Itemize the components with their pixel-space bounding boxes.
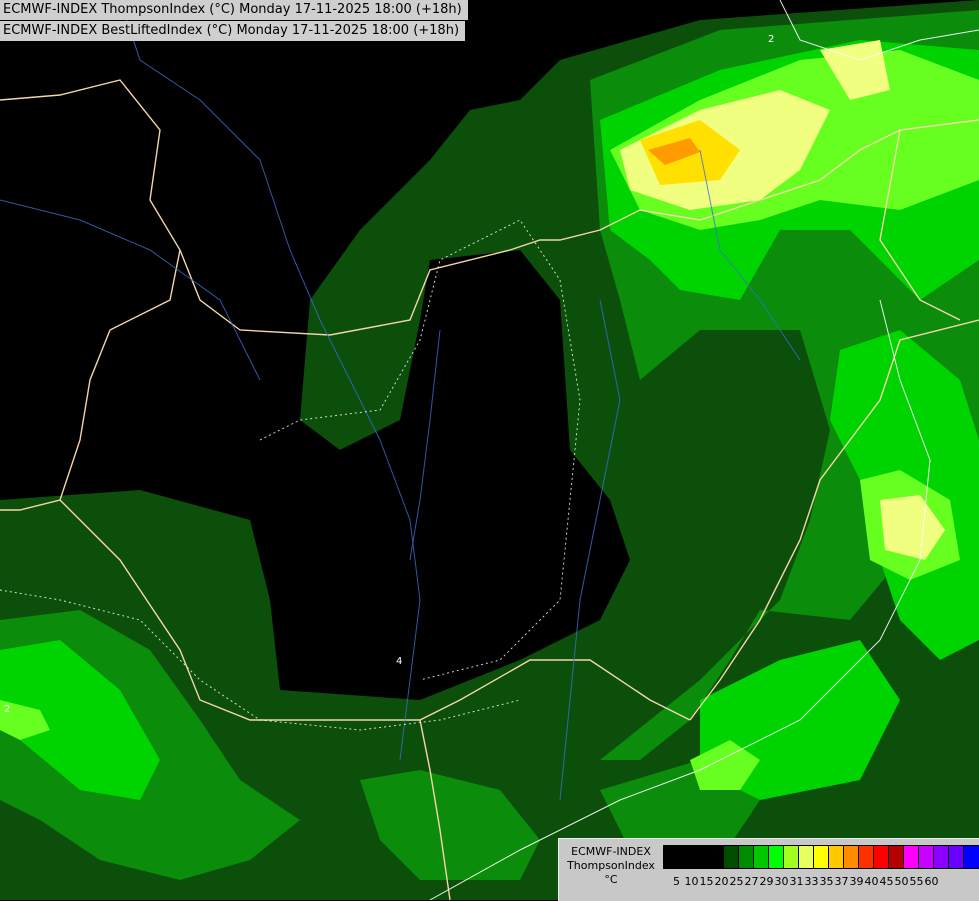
legend-swatch xyxy=(769,846,784,868)
legend-swatch xyxy=(754,846,769,868)
legend-title: ECMWF-INDEX ThompsonIndex °C xyxy=(563,845,659,887)
legend-tick-label: 30 xyxy=(774,875,789,888)
legend-swatch xyxy=(889,846,904,868)
legend-tick-label: 37 xyxy=(834,875,849,888)
legend-tick-label: 15 xyxy=(699,875,714,888)
legend-swatch xyxy=(784,846,799,868)
legend-tick-label: 5 xyxy=(673,875,680,888)
legend-swatch xyxy=(859,846,874,868)
legend-swatch xyxy=(949,846,964,868)
legend-swatch xyxy=(709,846,724,868)
legend-swatch xyxy=(799,846,814,868)
legend-swatch xyxy=(814,846,829,868)
legend-swatch xyxy=(724,846,739,868)
contour-label: 2 xyxy=(4,704,10,715)
legend-tick-label: 39 xyxy=(849,875,864,888)
legend-tick-label: 40 xyxy=(864,875,879,888)
legend-swatch xyxy=(664,846,679,868)
legend-swatch xyxy=(844,846,859,868)
legend-tick-label: 27 xyxy=(744,875,759,888)
legend-swatch xyxy=(829,846,844,868)
legend-tick-label: 20 xyxy=(714,875,729,888)
legend-swatch xyxy=(934,846,949,868)
legend-swatch xyxy=(904,846,919,868)
legend-tick-label: 25 xyxy=(729,875,744,888)
legend-swatch xyxy=(679,846,694,868)
legend-swatch xyxy=(739,846,754,868)
legend-color-bar xyxy=(663,845,979,869)
legend-swatch xyxy=(919,846,934,868)
color-legend: ECMWF-INDEX ThompsonIndex °C 5 10 15 20 25 27… xyxy=(558,838,979,901)
legend-tick-labels: 5 10 15 20 25 27 29 30 31 33 35 37 39 40 45 50 55 60 xyxy=(669,875,939,888)
legend-title-line: °C xyxy=(604,873,618,886)
legend-tick-label: 10 xyxy=(684,875,699,888)
contour-label: 2 xyxy=(768,34,774,45)
legend-swatch xyxy=(874,846,889,868)
legend-tick-label: 29 xyxy=(759,875,774,888)
map-title-thompson: ECMWF-INDEX ThompsonIndex (°C) Monday 17… xyxy=(0,0,468,20)
legend-tick-label: 31 xyxy=(789,875,804,888)
legend-title-line: ECMWF-INDEX xyxy=(571,845,651,858)
legend-swatch xyxy=(694,846,709,868)
legend-tick-label: 55 xyxy=(909,875,924,888)
legend-tick-label: 33 xyxy=(804,875,819,888)
legend-title-line: ThompsonIndex xyxy=(567,859,655,872)
legend-tick-label: 35 xyxy=(819,875,834,888)
legend-tick-label: 60 xyxy=(924,875,939,888)
legend-tick-label: 50 xyxy=(894,875,909,888)
contour-label: 4 xyxy=(396,656,402,667)
legend-swatch xyxy=(964,846,979,868)
legend-tick-label: 45 xyxy=(879,875,894,888)
map-canvas: 2 4 2 2 xyxy=(0,0,979,900)
map-title-best-lifted: ECMWF-INDEX BestLiftedIndex (°C) Monday … xyxy=(0,21,466,41)
